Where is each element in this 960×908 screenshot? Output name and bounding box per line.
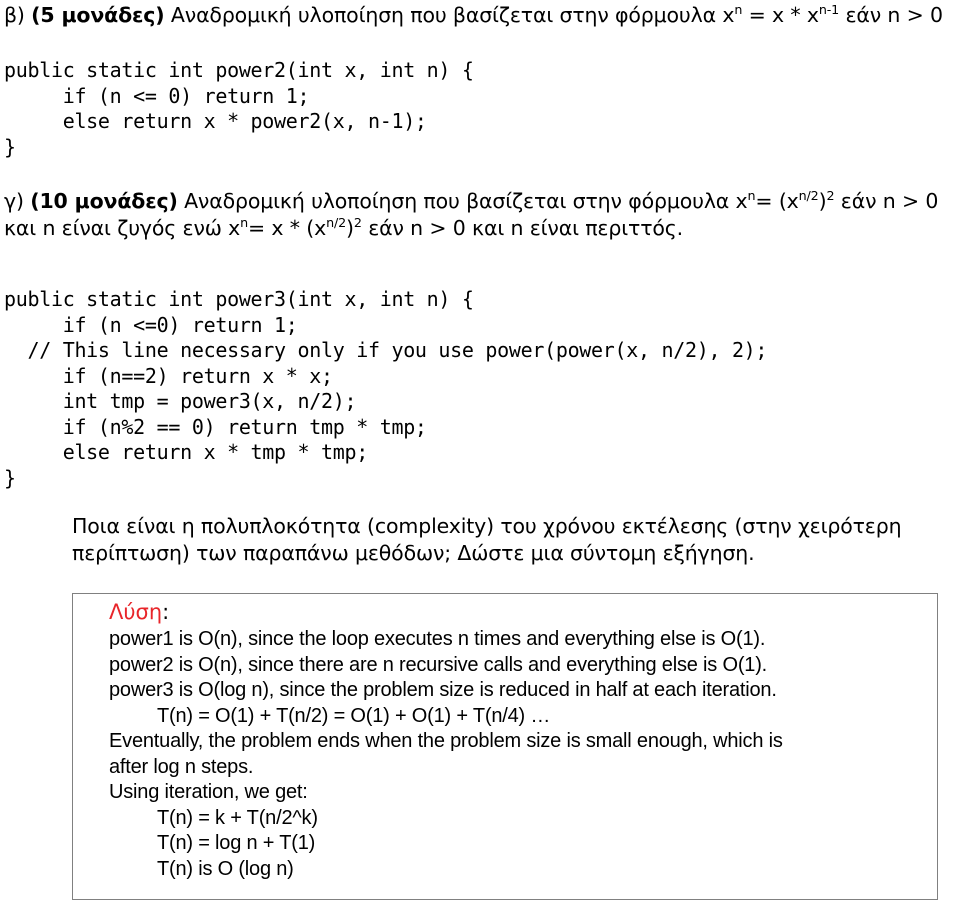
solution-line: power3 is O(log n), since the problem si… xyxy=(109,679,777,701)
section-c-sup-6: 2 xyxy=(353,214,362,230)
solution-title-word: Λύση xyxy=(109,600,163,624)
section-c-sup-5: n/2 xyxy=(326,214,347,230)
solution-title: Λύση: xyxy=(109,598,933,627)
section-c-text-1: Αναδρομική υλοποίηση που βασίζεται στην … xyxy=(184,189,748,213)
complexity-question: Ποια είναι η πολυπλοκότητα (complexity) … xyxy=(72,513,952,566)
section-b-text-3: εάν n > 0 xyxy=(839,3,943,27)
section-b-sup-2: n-1 xyxy=(818,2,840,18)
solution-line: power2 is O(n), since there are n recurs… xyxy=(109,653,768,676)
solution-line: T(n) is O (log n) xyxy=(157,857,294,880)
section-b-text-2: = x * x xyxy=(742,3,819,27)
section-c-text-7: εάν n > 0 και n είναι περιττός. xyxy=(361,215,684,240)
question-line-1: Ποια είναι η πολυπλοκότητα (complexity) … xyxy=(72,514,902,538)
solution-line: power1 is O(n), since the loop executes … xyxy=(109,628,766,650)
document-page: β) (5 μονάδες) Αναδρομική υλοποίηση που … xyxy=(0,0,960,908)
section-c-sup-4: n xyxy=(240,214,249,230)
solution-line: Eventually, the problem ends when the pr… xyxy=(109,730,783,752)
section-c-text-5: = x * (x xyxy=(248,215,327,240)
section-b-heading: β) (5 μονάδες) Αναδρομική υλοποίηση που … xyxy=(4,2,956,29)
section-b-points: (5 μονάδες) xyxy=(31,3,165,27)
question-line-2: περίπτωση) των παραπάνω μεθόδων; Δώστε μ… xyxy=(72,540,755,565)
section-b-marker: β) xyxy=(4,3,25,27)
section-c-text-6: ) xyxy=(346,215,354,240)
solution-box: Λύση: power1 is O(n), since the loop exe… xyxy=(72,593,938,900)
solution-line: T(n) = O(1) + T(n/2) = O(1) + O(1) + T(n… xyxy=(157,704,551,727)
section-c-sup-2: n/2 xyxy=(798,188,819,204)
section-c-marker: γ) xyxy=(4,189,24,213)
solution-line: T(n) = log n + T(1) xyxy=(157,832,316,854)
solution-line: Using iteration, we get: xyxy=(109,781,308,803)
solution-title-colon: : xyxy=(162,600,170,624)
section-b-text-1: Αναδρομική υλοποίηση που βασίζεται στην … xyxy=(170,3,735,27)
solution-line: T(n) = k + T(n/2^k) xyxy=(157,806,318,829)
code-block-power3: public static int power3(int x, int n) {… xyxy=(4,287,768,490)
solution-line: after log n steps. xyxy=(109,755,254,778)
solution-content: Λύση: power1 is O(n), since the loop exe… xyxy=(87,598,933,882)
section-c-heading: γ) (10 μονάδες) Αναδρομική υλοποίηση που… xyxy=(4,188,956,241)
section-c-points: (10 μονάδες) xyxy=(30,189,178,213)
code-block-power2: public static int power2(int x, int n) {… xyxy=(4,58,474,159)
section-c-text-2: = (x xyxy=(755,189,799,213)
